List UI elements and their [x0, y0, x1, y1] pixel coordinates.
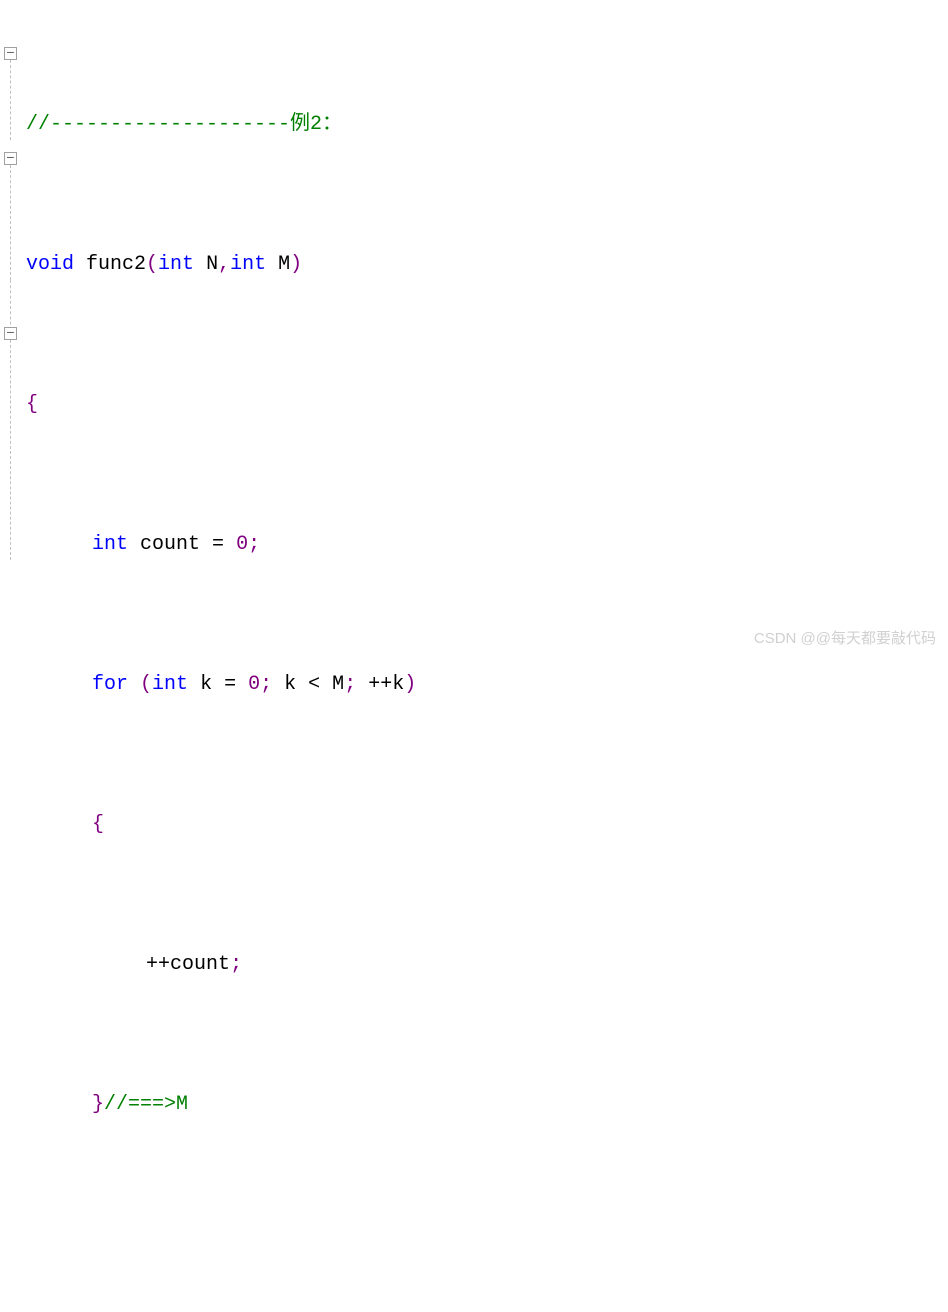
- semicolon: ;: [344, 667, 356, 702]
- keyword-for: for: [92, 667, 128, 702]
- code-line: int count = 0;: [22, 527, 948, 562]
- code-line: void func2(int N,int M): [22, 247, 948, 282]
- param-n: N: [194, 247, 218, 282]
- code-line: ++count;: [22, 947, 948, 982]
- code-editor: //--------------------例2： void func2(int…: [0, 0, 948, 656]
- operator-inc: ++: [368, 667, 392, 702]
- brace-open: {: [26, 387, 38, 422]
- keyword-int: int: [230, 247, 266, 282]
- var-count: count: [170, 947, 230, 982]
- code-area[interactable]: //--------------------例2： void func2(int…: [22, 0, 948, 656]
- code-line: //--------------------例2：: [22, 107, 948, 142]
- var-k: k: [392, 667, 404, 702]
- semicolon: ;: [260, 667, 272, 702]
- comma: ,: [218, 247, 230, 282]
- operator-eq: =: [224, 667, 236, 702]
- var-count: count: [128, 527, 212, 562]
- var-m: M: [320, 667, 344, 702]
- operator-inc: ++: [146, 947, 170, 982]
- paren-open: (: [146, 247, 158, 282]
- code-line: {: [22, 387, 948, 422]
- number-zero: 0: [248, 667, 260, 702]
- number-zero: 0: [236, 527, 248, 562]
- fold-icon[interactable]: [4, 47, 17, 60]
- keyword-int: int: [152, 667, 188, 702]
- keyword-int: int: [92, 527, 128, 562]
- comment: //===>M: [104, 1087, 188, 1122]
- brace-close: }: [92, 1087, 104, 1122]
- code-line: for (int k = 0; k < M; ++k): [22, 667, 948, 702]
- paren-close: ): [290, 247, 302, 282]
- code-line: }//===>M: [22, 1087, 948, 1122]
- operator-lt: <: [308, 667, 320, 702]
- semicolon: ;: [230, 947, 242, 982]
- code-line-blank: [22, 1227, 948, 1262]
- paren-open: (: [128, 667, 152, 702]
- fold-icon[interactable]: [4, 327, 17, 340]
- var-k: k: [272, 667, 308, 702]
- keyword-void: void: [26, 247, 74, 282]
- keyword-int: int: [158, 247, 194, 282]
- code-line: {: [22, 807, 948, 842]
- watermark: CSDN @@每天都要敲代码: [754, 627, 936, 648]
- param-m: M: [266, 247, 290, 282]
- var-k: k: [188, 667, 224, 702]
- semicolon: ;: [248, 527, 260, 562]
- operator-eq: =: [212, 527, 224, 562]
- fold-icon[interactable]: [4, 152, 17, 165]
- gutter: [0, 0, 22, 656]
- brace-open: {: [92, 807, 104, 842]
- function-name: func2: [74, 247, 146, 282]
- paren-close: ): [404, 667, 416, 702]
- comment: //--------------------例2：: [26, 107, 342, 142]
